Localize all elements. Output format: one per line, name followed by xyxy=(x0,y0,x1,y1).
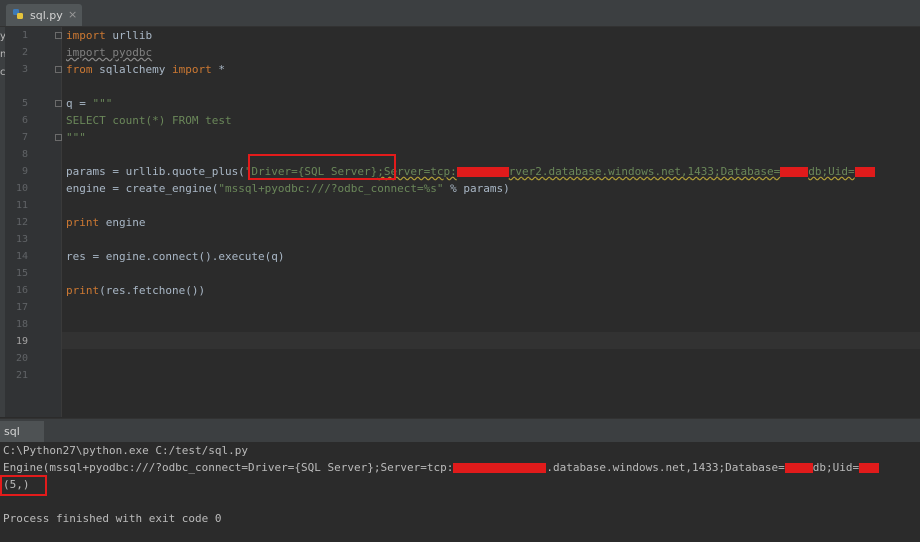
string-literal: """ xyxy=(92,97,113,110)
line-number: 9 xyxy=(21,166,28,177)
line-number: 7 xyxy=(21,132,28,143)
run-tab-label: sql xyxy=(4,425,20,438)
code-line-5: q = """ xyxy=(66,95,112,112)
line-number: 12 xyxy=(15,217,28,228)
code-editor[interactable]: import urllib import pyodbc from sqlalch… xyxy=(62,27,920,417)
redaction-mark xyxy=(453,463,547,473)
identifier: q = xyxy=(66,97,93,110)
line-number: 1 xyxy=(21,30,28,41)
code-line-3: from sqlalchemy import * xyxy=(66,61,225,78)
code-line-6: SELECT count(*) FROM test xyxy=(66,112,232,129)
code-line-12: print engine xyxy=(66,214,145,231)
line-number: 17 xyxy=(15,302,28,313)
highlight-box-driver xyxy=(248,154,396,180)
line-number-gutter: 1 2 3 5 6 7 8 9 10 11 12 13 14 15 16 17 … xyxy=(5,27,62,417)
keyword: import xyxy=(66,29,106,42)
code-line-14: res = engine.connect().execute(q) xyxy=(66,248,285,265)
fold-marker-icon[interactable] xyxy=(55,134,62,141)
run-console[interactable]: C:\Python27\python.exe C:/test/sql.py En… xyxy=(0,442,920,542)
line-number: 15 xyxy=(15,268,28,279)
line-number: 3 xyxy=(21,64,28,75)
line-number-current: 19 xyxy=(15,336,28,347)
redaction-mark xyxy=(456,167,509,177)
line-number: 11 xyxy=(15,200,28,211)
close-tab-icon[interactable]: × xyxy=(68,8,77,21)
identifier: urllib xyxy=(105,29,153,42)
console-line-command: C:\Python27\python.exe C:/test/sql.py xyxy=(3,444,249,457)
redaction-mark xyxy=(854,167,875,177)
keyword: from xyxy=(66,63,93,76)
string-literal: rver2.database.windows.net,1433;Database… xyxy=(508,165,781,178)
python-file-icon xyxy=(13,9,23,19)
line-number: 10 xyxy=(15,183,28,194)
editor-tab-bar: sql.py × xyxy=(0,0,920,27)
console-text: db;Uid= xyxy=(812,461,860,474)
line-number: 8 xyxy=(21,149,28,160)
line-number: 6 xyxy=(21,115,28,126)
redaction-mark xyxy=(780,167,809,177)
code-line-7: """ xyxy=(66,129,86,146)
code-line-16: print(res.fetchone()) xyxy=(66,282,205,299)
run-tab[interactable]: sql xyxy=(0,421,44,443)
fold-marker-icon[interactable] xyxy=(55,66,62,73)
run-tool-window-header: sql xyxy=(0,418,920,443)
sql-string: SELECT count(*) FROM test xyxy=(66,114,232,127)
keyword: print xyxy=(66,284,100,297)
identifier: res = engine.connect().execute(q) xyxy=(66,250,285,263)
identifier: (res.fetchone()) xyxy=(99,284,206,297)
unused-import: import pyodbc xyxy=(66,46,153,59)
string-literal: "mssql+pyodbc:///?odbc_connect=%s" xyxy=(218,182,444,195)
keyword: print xyxy=(66,216,100,229)
identifier: engine = create_engine( xyxy=(66,182,219,195)
fold-marker-icon[interactable] xyxy=(55,100,62,107)
line-number: 2 xyxy=(21,47,28,58)
console-line-engine: Engine(mssql+pyodbc:///?odbc_connect=Dri… xyxy=(3,459,880,476)
identifier: % params) xyxy=(443,182,510,195)
console-text: .database.windows.net,1433;Database= xyxy=(546,461,785,474)
line-number: 14 xyxy=(15,251,28,262)
line-number: 20 xyxy=(15,353,28,364)
identifier: sqlalchemy xyxy=(92,63,172,76)
string-literal: """ xyxy=(66,131,86,144)
tab-sql-py[interactable]: sql.py × xyxy=(6,4,82,26)
string-literal: db;Uid= xyxy=(808,165,855,178)
identifier: params = urllib.quote_plus( xyxy=(66,165,245,178)
console-text: Engine(mssql+pyodbc:///?odbc_connect=Dri… xyxy=(3,461,454,474)
redaction-mark xyxy=(784,463,813,473)
highlight-box-result xyxy=(0,475,47,496)
code-line-1: import urllib xyxy=(66,27,152,44)
line-number: 16 xyxy=(15,285,28,296)
keyword: import xyxy=(171,63,212,76)
current-line-highlight xyxy=(62,332,920,349)
code-line-9: params = urllib.quote_plus("Driver={SQL … xyxy=(66,163,875,180)
line-number: 5 xyxy=(21,98,28,109)
identifier: engine xyxy=(99,216,146,229)
identifier: * xyxy=(211,63,225,76)
line-number: 21 xyxy=(15,370,28,381)
tab-filename: sql.py xyxy=(30,9,63,22)
code-line-2: import pyodbc xyxy=(66,44,152,61)
line-number: 18 xyxy=(15,319,28,330)
code-line-10: engine = create_engine("mssql+pyodbc:///… xyxy=(66,180,510,197)
redaction-mark xyxy=(859,463,880,473)
line-number: 13 xyxy=(15,234,28,245)
console-line-exit: Process finished with exit code 0 xyxy=(3,512,222,525)
fold-marker-icon[interactable] xyxy=(55,32,62,39)
